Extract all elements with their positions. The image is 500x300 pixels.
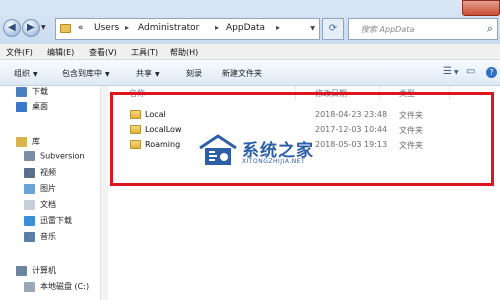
search-placeholder: 搜索 AppData [361, 25, 415, 34]
computer-icon [16, 265, 27, 276]
subversion-icon [24, 151, 35, 161]
organize-button[interactable]: 组织 ▼ [14, 68, 38, 79]
recent-pages-dropdown[interactable]: ▼ [41, 24, 46, 31]
back-button[interactable]: ◀ [3, 19, 21, 37]
nav-label: 下载 [32, 87, 48, 96]
nav-label: 图片 [40, 184, 56, 193]
nav-item-music[interactable]: 音乐 [24, 231, 56, 245]
forward-arrow-icon: ▶ [27, 22, 35, 33]
chevron-down-icon[interactable]: ▼ [454, 69, 459, 76]
new-folder-button[interactable]: 新建文件夹 [222, 68, 262, 79]
nav-label: 桌面 [32, 102, 48, 111]
videos-icon [24, 167, 35, 178]
nav-item-pictures[interactable]: 图片 [24, 183, 56, 197]
menu-edit[interactable]: 编辑(E) [47, 47, 74, 58]
nav-item-desktop[interactable]: 桌面 [16, 101, 48, 115]
include-library-label: 包含到库中 [62, 69, 102, 78]
watermark: 系统之家 XITONGZHIJIA.NET [196, 134, 346, 174]
share-label: 共享 [136, 69, 152, 78]
documents-icon [24, 199, 35, 210]
preview-pane-icon[interactable]: ▭ [466, 66, 475, 77]
nav-item-downloads[interactable]: 下载 [16, 86, 48, 100]
disk-drive-icon [24, 281, 35, 292]
breadcrumb-users[interactable]: Users [94, 23, 119, 33]
libraries-icon [16, 136, 27, 147]
command-bar: 组织 ▼ 包含到库中 ▼ 共享 ▼ 刻录 新建文件夹 ☰ ▼ ▭ ? [0, 60, 500, 86]
xunlei-icon [24, 215, 35, 226]
breadcrumb[interactable]: « Users ▸ Administrator ▸ AppData ▸ ▼ [55, 18, 320, 40]
search-icon[interactable]: ⌕ [487, 22, 493, 36]
breadcrumb-administrator[interactable]: Administrator [138, 23, 199, 33]
navigation-scrollbar[interactable] [100, 86, 108, 300]
nav-item-libraries[interactable]: 库 [16, 136, 40, 150]
chevron-right-icon[interactable]: ▸ [276, 23, 280, 32]
forward-button[interactable]: ▶ [22, 19, 40, 37]
address-dropdown-icon[interactable]: ▼ [310, 25, 315, 32]
breadcrumb-appdata[interactable]: AppData [226, 23, 265, 33]
menu-file[interactable]: 文件(F) [6, 47, 33, 58]
breadcrumb-overflow[interactable]: « [78, 23, 84, 33]
menu-tools[interactable]: 工具(T) [131, 47, 158, 58]
pictures-icon [24, 183, 35, 194]
chevron-right-icon[interactable]: ▸ [125, 23, 129, 32]
nav-item-videos[interactable]: 视频 [24, 167, 56, 181]
nav-label: 本地磁盘 (C:) [40, 282, 90, 291]
desktop-icon [16, 101, 27, 112]
music-icon [24, 231, 35, 242]
nav-item-documents[interactable]: 文档 [24, 199, 56, 213]
nav-label: Subversion [40, 151, 85, 161]
nav-label: 文档 [40, 200, 56, 209]
menu-view[interactable]: 查看(V) [89, 47, 117, 58]
nav-label: 音乐 [40, 232, 56, 241]
menu-bar: 文件(F) 编辑(E) 查看(V) 工具(T) 帮助(H) [0, 44, 500, 60]
nav-item-xunlei-downloads[interactable]: 迅雷下载 [24, 215, 72, 229]
organize-label: 组织 [14, 69, 30, 78]
menu-help[interactable]: 帮助(H) [170, 47, 198, 58]
downloads-folder-icon [16, 86, 27, 97]
nav-label: 计算机 [32, 266, 56, 275]
share-button[interactable]: 共享 ▼ [136, 68, 160, 79]
folder-icon [60, 24, 71, 33]
nav-item-local-disk[interactable]: 本地磁盘 (C:) [24, 281, 89, 295]
nav-item-computer[interactable]: 计算机 [16, 265, 56, 279]
view-options-icon[interactable]: ☰ [443, 66, 452, 77]
close-window-button[interactable] [462, 0, 500, 16]
search-input[interactable]: 搜索 AppData ⌕ [348, 18, 498, 40]
house-logo-icon [199, 134, 237, 165]
navigation-pane: 下载 桌面 库 Subversion 视频 图片 文档 迅雷下载 音乐 计算机 … [0, 86, 108, 300]
refresh-button[interactable]: ⟳ [322, 18, 344, 40]
watermark-subtitle: XITONGZHIJIA.NET [242, 158, 306, 165]
nav-item-subversion[interactable]: Subversion [24, 151, 85, 165]
include-in-library-button[interactable]: 包含到库中 ▼ [62, 68, 110, 79]
nav-label: 迅雷下载 [40, 216, 72, 225]
help-icon[interactable]: ? [486, 67, 497, 78]
nav-label: 库 [32, 137, 40, 146]
address-bar-area: ◀ ▶ ▼ « Users ▸ Administrator ▸ AppData … [0, 0, 500, 44]
chevron-right-icon[interactable]: ▸ [215, 23, 219, 32]
nav-label: 视频 [40, 168, 56, 177]
back-arrow-icon: ◀ [8, 22, 16, 33]
burn-button[interactable]: 刻录 [186, 68, 202, 79]
